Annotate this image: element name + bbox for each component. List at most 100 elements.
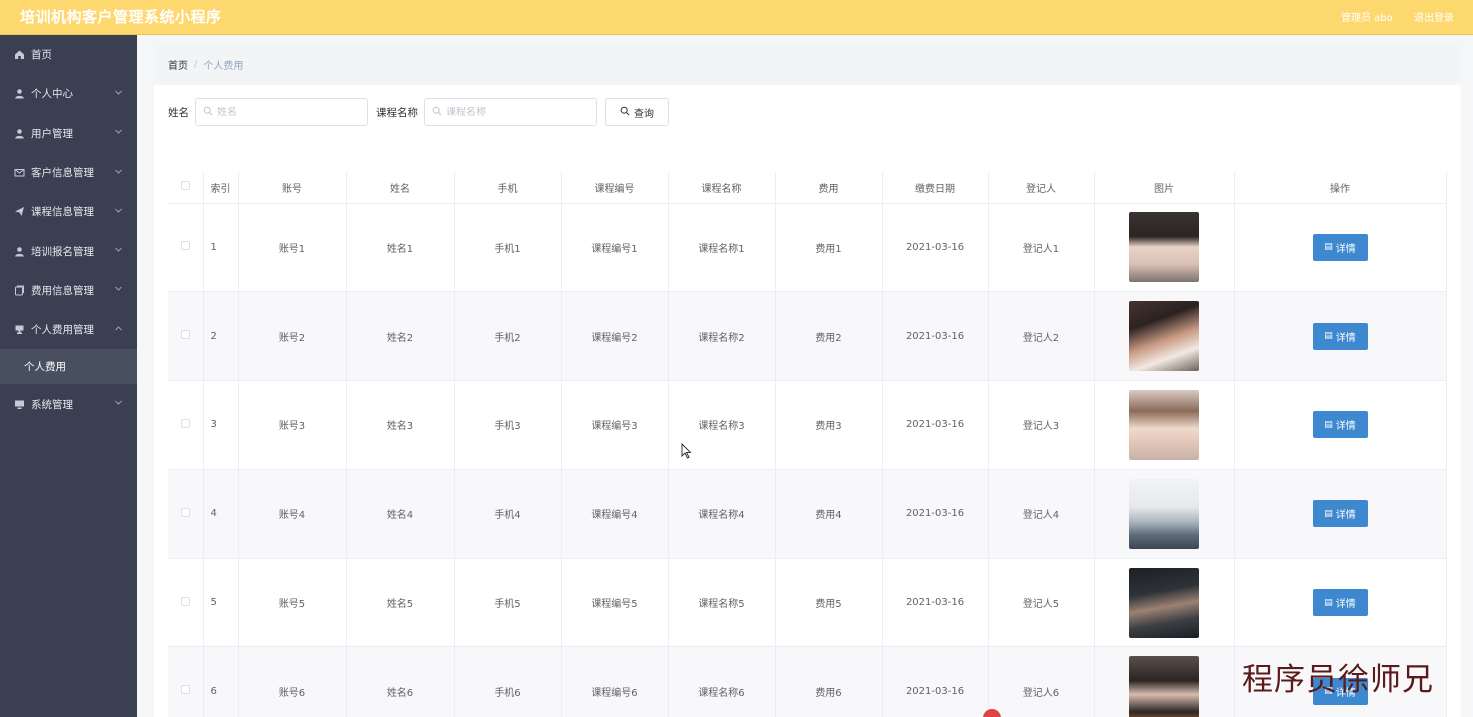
row-checkbox[interactable]	[180, 596, 190, 606]
app-title: 培训机构客户管理系统小程序	[20, 8, 222, 26]
header-course-no: 课程编号	[561, 172, 669, 204]
query-button-label: 查询	[634, 108, 654, 120]
chevron-up-icon	[114, 324, 123, 336]
sidebar-item-label: 个人中心	[31, 88, 73, 101]
chevron-down-icon	[114, 245, 123, 257]
mail-icon	[14, 167, 25, 178]
sidebar-item-customer-info[interactable]: 客户信息管理	[0, 153, 137, 192]
sidebar: 首页 个人中心 用户管理 客户信息管理 课程信息管理 培训报名管理 费用信息管理…	[0, 35, 137, 717]
chevron-down-icon	[114, 167, 123, 179]
sidebar-item-home[interactable]: 首页	[0, 35, 137, 74]
sidebar-item-system-management[interactable]: 系统管理	[0, 384, 137, 423]
fee-table: 索引 账号 姓名 手机 课程编号 课程名称 费用 缴费日期 登记人 图片 操作	[168, 172, 1447, 717]
search-icon	[620, 106, 630, 119]
home-icon	[14, 49, 25, 60]
cell-phone: 手机3	[454, 380, 562, 470]
breadcrumb-current: 个人费用	[203, 60, 244, 72]
row-checkbox[interactable]	[180, 418, 190, 428]
detail-button-label: 详情	[1335, 243, 1356, 255]
header-fee: 费用	[775, 172, 883, 204]
sidebar-item-user-management[interactable]: 用户管理	[0, 114, 137, 153]
chevron-down-icon	[114, 88, 123, 100]
cell-account: 账号5	[238, 558, 347, 648]
sidebar-item-personal-fee-management[interactable]: 个人费用管理	[0, 310, 137, 349]
photo-thumbnail	[1129, 389, 1199, 460]
cell-date: 2021-03-16	[882, 291, 989, 382]
top-bar: 培训机构客户管理系统小程序 管理员 abo 退出登录	[0, 0, 1473, 35]
cell-course-name: 课程名称4	[668, 469, 776, 559]
chevron-down-icon	[114, 206, 123, 218]
chevron-down-icon	[114, 284, 123, 296]
send-icon	[14, 206, 25, 217]
cell-account: 账号1	[238, 203, 347, 293]
row-checkbox[interactable]	[180, 330, 190, 340]
cell-account: 账号6	[238, 646, 347, 717]
header-name: 姓名	[346, 172, 455, 204]
sidebar-item-course-info[interactable]: 课程信息管理	[0, 192, 137, 231]
sidebar-item-fee-info[interactable]: 费用信息管理	[0, 271, 137, 310]
row-checkbox[interactable]	[180, 507, 190, 517]
photo-thumbnail	[1129, 212, 1199, 283]
cell-course-no: 课程编号4	[561, 469, 669, 559]
sidebar-item-personal-center[interactable]: 个人中心	[0, 74, 137, 113]
admin-label: 管理员 abo	[1341, 13, 1393, 24]
cell-course-no: 课程编号2	[561, 291, 669, 382]
cell-date: 2021-03-16	[882, 646, 989, 717]
cell-index: 5	[203, 558, 239, 648]
cell-phone: 手机1	[454, 203, 562, 293]
sidebar-item-training-signup[interactable]: 培训报名管理	[0, 231, 137, 270]
name-search-field[interactable]	[195, 98, 368, 126]
search-icon	[432, 106, 442, 119]
detail-button-label: 详情	[1335, 332, 1356, 344]
cell-phone: 手机6	[454, 646, 562, 717]
cell-registrar: 登记人4	[988, 469, 1095, 559]
name-search-input[interactable]	[217, 106, 357, 118]
sidebar-item-label: 系统管理	[31, 398, 73, 411]
breadcrumb: 首页 / 个人费用	[154, 46, 1461, 82]
select-all-checkbox[interactable]	[180, 181, 190, 191]
sidebar-item-label: 客户信息管理	[31, 167, 94, 180]
detail-button[interactable]: ▤ 详情	[1312, 589, 1368, 617]
table-row: 4 账号4 姓名4 手机4 课程编号4 课程名称4 费用4 2021-03-16…	[168, 469, 1447, 559]
detail-button[interactable]: ▤ 详情	[1312, 500, 1368, 528]
cell-name: 姓名6	[346, 646, 455, 717]
query-button[interactable]: 查询	[605, 98, 669, 126]
detail-button[interactable]: ▤ 详情	[1312, 322, 1368, 350]
user-icon	[14, 128, 25, 139]
cell-registrar: 登记人5	[988, 558, 1095, 648]
table-header-row: 索引 账号 姓名 手机 课程编号 课程名称 费用 缴费日期 登记人 图片 操作	[168, 172, 1447, 204]
cell-fee: 费用2	[775, 291, 883, 382]
cell-registrar: 登记人2	[988, 291, 1095, 382]
content-card: 姓名 课程名称 查询	[154, 85, 1461, 717]
name-label: 姓名	[168, 106, 189, 119]
cell-registrar: 登记人3	[988, 380, 1095, 470]
detail-button[interactable]: ▤ 详情	[1312, 233, 1368, 261]
header-course-name: 课程名称	[668, 172, 776, 204]
table-row: 3 账号3 姓名3 手机3 课程编号3 课程名称3 费用3 2021-03-16…	[168, 380, 1447, 470]
breadcrumb-separator: /	[194, 58, 198, 70]
logout-link[interactable]: 退出登录	[1414, 9, 1454, 24]
sidebar-item-label: 费用信息管理	[31, 284, 94, 297]
cell-index: 1	[203, 203, 239, 293]
search-icon	[203, 106, 213, 119]
header-phone: 手机	[454, 172, 562, 204]
detail-button-label: 详情	[1335, 421, 1356, 433]
watermark-text: 程序员徐师兄	[1242, 662, 1434, 698]
course-search-input[interactable]	[446, 106, 586, 118]
cell-fee: 费用5	[775, 558, 883, 648]
table-row: 2 账号2 姓名2 手机2 课程编号2 课程名称2 费用2 2021-03-16…	[168, 291, 1447, 382]
chevron-down-icon	[114, 398, 123, 410]
breadcrumb-home[interactable]: 首页	[168, 57, 188, 72]
cell-account: 账号4	[238, 469, 347, 559]
row-checkbox[interactable]	[180, 241, 190, 251]
cell-account: 账号3	[238, 380, 347, 470]
cell-index: 2	[203, 291, 239, 382]
detail-button[interactable]: ▤ 详情	[1312, 411, 1368, 439]
chevron-down-icon	[114, 127, 123, 139]
user-icon	[14, 246, 25, 257]
sidebar-subitem-personal-fee[interactable]: 个人费用	[0, 349, 137, 385]
sidebar-item-label: 用户管理	[31, 127, 73, 140]
row-checkbox[interactable]	[180, 685, 190, 695]
course-search-field[interactable]	[424, 98, 597, 126]
header-actions: 操作	[1234, 172, 1447, 204]
